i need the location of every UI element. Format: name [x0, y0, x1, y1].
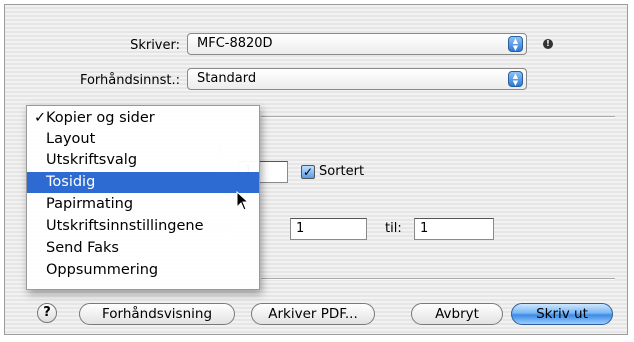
print-button[interactable]: Skriv ut — [511, 303, 613, 325]
save-pdf-button[interactable]: Arkiver PDF... — [251, 303, 375, 325]
menu-item-label: Utskriftsvalg — [46, 152, 138, 168]
pages-to-label: til: — [385, 221, 402, 236]
presets-label: Forhåndsinnst.: — [79, 73, 180, 88]
printer-value: MFC-8820D — [197, 36, 273, 51]
menu-item-kopier-og-sider[interactable]: ✓Kopier og sider — [27, 108, 259, 129]
exclamation-icon: ! — [543, 39, 553, 49]
presets-value: Standard — [197, 71, 257, 86]
menu-item-label: Papirmating — [46, 196, 134, 212]
menu-item-label: Oppsummering — [46, 262, 159, 278]
menu-item-utskriftsinnstillingene[interactable]: Utskriftsinnstillingene — [27, 216, 259, 237]
separator — [261, 116, 615, 118]
collate-checkbox[interactable]: ✓ — [301, 165, 315, 179]
arrow-cursor-icon — [236, 191, 250, 211]
preview-button[interactable]: Forhåndsvisning — [79, 303, 235, 325]
menu-item-label: Layout — [46, 131, 96, 147]
pages-to-field[interactable]: 1 — [414, 218, 494, 240]
menu-item-oppsummering[interactable]: Oppsummering — [27, 260, 259, 281]
menu-item-label: Utskriftsinnstillingene — [46, 218, 204, 234]
menu-item-papirmating[interactable]: Papirmating — [27, 194, 259, 215]
checkmark-icon: ✓ — [34, 110, 47, 126]
menu-item-label: Tosidig — [46, 174, 96, 190]
up-down-arrows-icon: ▲ ▼ — [508, 71, 523, 87]
menu-item-label: Kopier og sider — [46, 110, 155, 126]
printer-label: Skriver: — [130, 38, 180, 53]
pane-popup-menu: ✓Kopier og sider Layout Utskriftsvalg To… — [26, 105, 260, 290]
separator — [261, 278, 615, 280]
menu-item-layout[interactable]: Layout — [27, 129, 259, 150]
printer-popup[interactable]: MFC-8820D ▲ ▼ — [187, 33, 527, 55]
presets-popup[interactable]: Standard ▲ ▼ — [187, 68, 527, 90]
menu-item-utskriftsvalg[interactable]: Utskriftsvalg — [27, 150, 259, 171]
menu-item-send-faks[interactable]: Send Faks — [27, 238, 259, 259]
help-button[interactable]: ? — [37, 303, 57, 323]
cancel-button[interactable]: Avbryt — [411, 303, 503, 325]
collate-label: Sortert — [319, 164, 365, 179]
menu-item-label: Send Faks — [46, 240, 119, 256]
menu-item-tosidig[interactable]: Tosidig — [27, 172, 259, 193]
pages-from-field[interactable]: 1 — [290, 218, 367, 240]
up-down-arrows-icon: ▲ ▼ — [508, 36, 523, 52]
